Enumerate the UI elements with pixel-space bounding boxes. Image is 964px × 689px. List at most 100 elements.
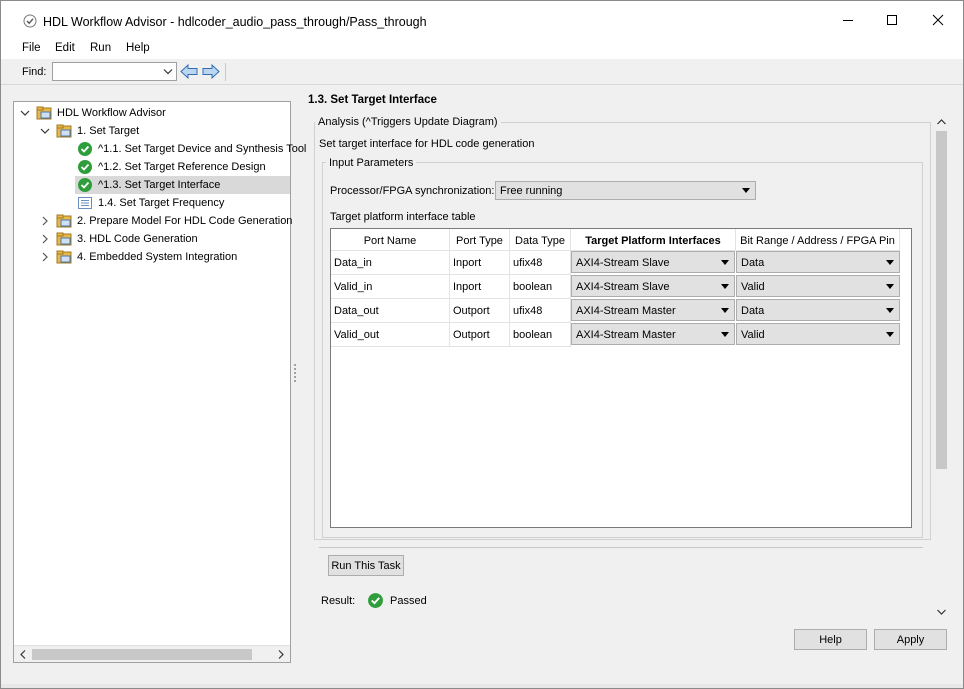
interface-select[interactable]: AXI4-Stream Slave xyxy=(571,275,735,297)
chevron-left-icon[interactable] xyxy=(18,649,28,660)
table-cell-port-type[interactable]: Inport xyxy=(450,251,510,275)
minimize-button[interactable] xyxy=(825,1,871,39)
folder-advisor-icon xyxy=(56,124,72,138)
menu-bar: File Edit Run Help xyxy=(1,39,963,59)
table-caption: Target platform interface table xyxy=(330,211,476,223)
maximize-button[interactable] xyxy=(869,1,915,39)
folder-advisor-icon xyxy=(56,214,72,228)
tree-item-label: 4. Embedded System Integration xyxy=(77,251,238,263)
toolbar-separator xyxy=(225,63,226,81)
tree-item-hdl-workflow-advisor[interactable]: HDL Workflow Advisor xyxy=(36,104,166,122)
status-strip xyxy=(1,684,963,688)
interface-select-value: AXI4-Stream Slave xyxy=(576,281,670,293)
tree-horizontal-scrollbar[interactable] xyxy=(14,645,290,662)
bit-range-select[interactable]: Valid xyxy=(736,275,900,297)
folder-advisor-icon xyxy=(56,250,72,264)
chevron-right-icon[interactable] xyxy=(40,234,50,244)
interface-select[interactable]: AXI4-Stream Slave xyxy=(571,251,735,273)
table-cell-port-type[interactable]: Inport xyxy=(450,275,510,299)
tree-item-set-target[interactable]: 1. Set Target xyxy=(56,122,139,140)
tree-item-label: HDL Workflow Advisor xyxy=(57,107,166,119)
find-label: Find: xyxy=(22,66,47,78)
tree-item-set-target-device[interactable]: ^1.1. Set Target Device and Synthesis To… xyxy=(77,140,306,158)
table-cell-port-name[interactable]: Data_in xyxy=(331,251,450,275)
help-button[interactable]: Help xyxy=(794,629,867,650)
menu-help[interactable]: Help xyxy=(126,42,150,54)
table-cell-data-type[interactable]: ufix48 xyxy=(510,251,571,275)
scrollbar-thumb[interactable] xyxy=(936,131,947,469)
minimize-icon xyxy=(843,20,853,21)
menu-file[interactable]: File xyxy=(22,42,41,54)
dropdown-arrow-icon xyxy=(721,284,729,289)
tree-item-set-target-reference-design[interactable]: ^1.2. Set Target Reference Design xyxy=(77,158,266,176)
passed-check-icon xyxy=(368,593,383,608)
passed-check-icon xyxy=(78,178,92,192)
bit-range-select[interactable]: Data xyxy=(736,251,900,273)
interface-select-value: AXI4-Stream Slave xyxy=(576,257,670,269)
tree-item-set-target-interface[interactable]: ^1.3. Set Target Interface xyxy=(75,176,290,194)
menu-edit[interactable]: Edit xyxy=(55,42,75,54)
tree-item-hdl-code-generation[interactable]: 3. HDL Code Generation xyxy=(56,230,198,248)
table-cell-port-name[interactable]: Valid_in xyxy=(331,275,450,299)
chevron-right-icon[interactable] xyxy=(276,649,286,660)
result-label: Result: xyxy=(321,595,356,607)
pane-splitter-handle[interactable] xyxy=(293,363,297,383)
bit-range-select-value: Valid xyxy=(741,281,765,293)
find-next-icon[interactable] xyxy=(201,63,221,80)
tree-item-embedded-system-integration[interactable]: 4. Embedded System Integration xyxy=(56,248,237,266)
close-icon xyxy=(932,14,944,26)
column-header-bit-range[interactable]: Bit Range / Address / FPGA Pin xyxy=(736,229,900,251)
chevron-up-icon[interactable] xyxy=(936,117,947,127)
title-bar: HDL Workflow Advisor - hdlcoder_audio_pa… xyxy=(1,1,963,39)
task-list-icon xyxy=(78,197,92,209)
menu-run[interactable]: Run xyxy=(90,42,111,54)
tree-item-prepare-model[interactable]: 2. Prepare Model For HDL Code Generation xyxy=(56,212,292,230)
result-value: Passed xyxy=(390,595,427,607)
column-header-data-type[interactable]: Data Type xyxy=(510,229,571,251)
dropdown-arrow-icon xyxy=(721,260,729,265)
task-panel-vertical-scrollbar[interactable] xyxy=(933,113,950,621)
tree-item-label: ^1.2. Set Target Reference Design xyxy=(98,161,266,173)
chevron-right-icon[interactable] xyxy=(40,216,50,226)
column-header-port-type[interactable]: Port Type xyxy=(450,229,510,251)
input-parameters-legend: Input Parameters xyxy=(326,157,417,169)
chevron-down-icon[interactable] xyxy=(40,126,50,136)
chevron-down-icon[interactable] xyxy=(162,65,174,78)
folder-advisor-icon xyxy=(56,232,72,246)
table-cell-port-name[interactable]: Data_out xyxy=(331,299,450,323)
find-input[interactable] xyxy=(52,62,177,81)
table-cell-port-name[interactable]: Valid_out xyxy=(331,323,450,347)
tree-item-set-target-frequency[interactable]: 1.4. Set Target Frequency xyxy=(77,194,224,212)
table-cell-data-type[interactable]: boolean xyxy=(510,323,571,347)
table-cell-data-type[interactable]: boolean xyxy=(510,275,571,299)
table-cell-port-type[interactable]: Outport xyxy=(450,323,510,347)
sync-select-value: Free running xyxy=(500,185,563,197)
dropdown-arrow-icon xyxy=(886,308,894,313)
chevron-down-icon[interactable] xyxy=(936,607,947,617)
bit-range-select[interactable]: Data xyxy=(736,299,900,321)
sync-select[interactable]: Free running xyxy=(495,181,756,200)
find-previous-icon[interactable] xyxy=(179,63,199,80)
find-toolbar: Find: xyxy=(1,59,963,85)
close-button[interactable] xyxy=(915,1,961,39)
apply-button[interactable]: Apply xyxy=(874,629,947,650)
dropdown-arrow-icon xyxy=(721,308,729,313)
column-header-target-platform-interfaces[interactable]: Target Platform Interfaces xyxy=(571,229,736,251)
interface-select[interactable]: AXI4-Stream Master xyxy=(571,299,735,321)
dropdown-arrow-icon xyxy=(721,332,729,337)
bit-range-select-value: Valid xyxy=(741,329,765,341)
table-cell-port-type[interactable]: Outport xyxy=(450,299,510,323)
tree-item-label: 3. HDL Code Generation xyxy=(77,233,198,245)
matlab-check-icon xyxy=(23,14,37,28)
bit-range-select[interactable]: Valid xyxy=(736,323,900,345)
interface-select[interactable]: AXI4-Stream Master xyxy=(571,323,735,345)
scrollbar-thumb[interactable] xyxy=(32,649,252,660)
run-this-task-button[interactable]: Run This Task xyxy=(328,555,404,576)
tree-item-label: 1.4. Set Target Frequency xyxy=(98,197,225,209)
chevron-right-icon[interactable] xyxy=(40,252,50,262)
column-header-port-name[interactable]: Port Name xyxy=(331,229,450,251)
table-cell-data-type[interactable]: ufix48 xyxy=(510,299,571,323)
chevron-down-icon[interactable] xyxy=(20,108,30,118)
bit-range-select-value: Data xyxy=(741,257,765,269)
window-title: HDL Workflow Advisor - hdlcoder_audio_pa… xyxy=(43,15,427,29)
